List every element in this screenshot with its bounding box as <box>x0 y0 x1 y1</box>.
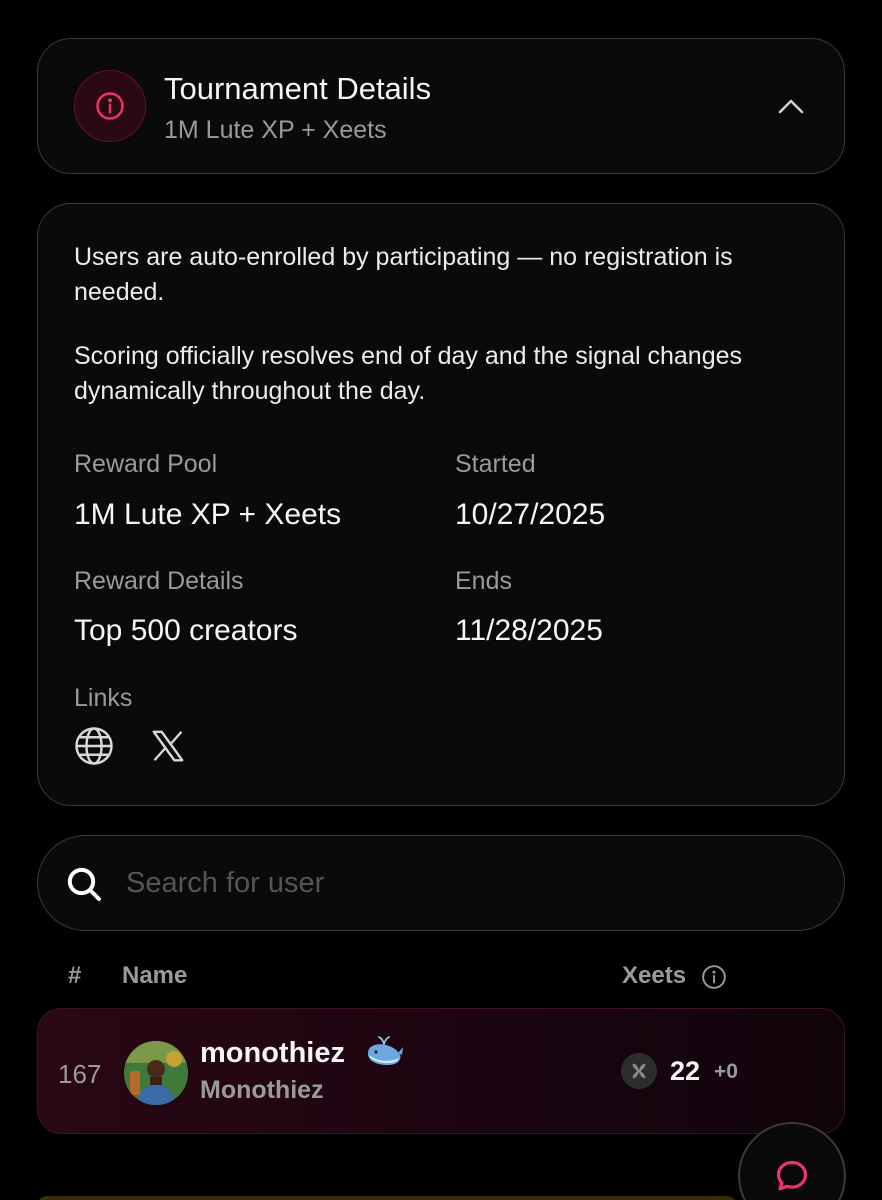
search-bar[interactable] <box>37 835 845 931</box>
row-xeets-delta: +0 <box>714 1060 738 1083</box>
whale-icon <box>364 1035 404 1074</box>
row-username: monothiez <box>200 1037 345 1069</box>
row-xeets-value: 22 <box>670 1056 701 1086</box>
ends-label: Ends <box>455 567 512 595</box>
reward-details-label: Reward Details <box>74 567 244 595</box>
reward-pool-label: Reward Pool <box>74 450 218 478</box>
tournament-details-card: Users are auto-enrolled by participating… <box>37 203 845 806</box>
chevron-up-icon[interactable] <box>774 91 808 121</box>
started-label: Started <box>455 450 536 478</box>
next-table-row <box>37 1196 737 1200</box>
name-column-header[interactable]: Name <box>122 962 187 990</box>
chat-bubble-icon <box>774 1158 810 1199</box>
reward-details-value: Top 500 creators <box>74 614 298 647</box>
enrollment-text: Users are auto-enrolled by participating… <box>74 243 733 306</box>
links-label: Links <box>74 684 133 712</box>
xeets-column-header[interactable]: Xeets <box>622 962 686 990</box>
globe-icon[interactable] <box>72 724 116 768</box>
xeets-info-icon[interactable] <box>701 964 727 990</box>
x-logo-icon[interactable] <box>146 724 190 768</box>
started-value: 10/27/2025 <box>455 498 606 531</box>
ends-value: 11/28/2025 <box>455 614 603 647</box>
xeet-token-icon <box>621 1053 657 1089</box>
table-row[interactable]: 167 monothiez Monothiez 22 +0 <box>37 1008 845 1134</box>
info-icon <box>74 70 146 142</box>
scoring-text: Scoring officially resolves end of day a… <box>74 342 743 405</box>
tournament-title: Tournament Details <box>164 71 432 106</box>
rank-column-header: # <box>68 962 82 989</box>
tournament-subtitle: 1M Lute XP + Xeets <box>164 116 387 144</box>
row-handle: Monothiez <box>200 1076 324 1104</box>
tournament-header-card[interactable]: Tournament Details 1M Lute XP + Xeets <box>37 38 845 174</box>
search-icon <box>64 864 104 904</box>
search-input[interactable] <box>126 858 806 908</box>
reward-pool-value: 1M Lute XP + Xeets <box>74 498 342 531</box>
row-rank: 167 <box>58 1059 102 1089</box>
avatar <box>124 1041 188 1105</box>
